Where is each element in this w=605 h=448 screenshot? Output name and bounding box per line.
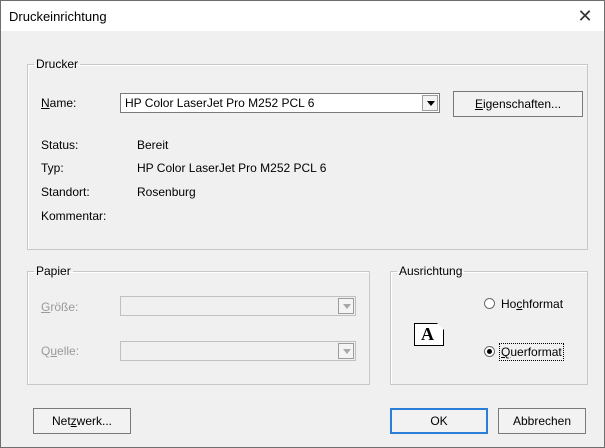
orientation-group-label: Ausrichtung [399,264,463,278]
title-bar: Druckeinrichtung ✕ [1,1,604,31]
printer-group-label: Drucker [36,57,79,71]
type-label: Typ: [41,161,64,175]
ok-button[interactable]: OK [390,408,488,434]
status-value: Bereit [137,138,169,152]
paper-group: Papier [27,264,370,385]
landscape-radio[interactable] [484,346,495,357]
type-value: HP Color LaserJet Pro M252 PCL 6 [137,161,327,175]
paper-source-label: Quelle: [41,344,80,358]
paper-size-select[interactable] [120,296,356,316]
printer-name-value: HP Color LaserJet Pro M252 PCL 6 [125,96,315,110]
status-label: Status: [41,138,79,152]
paper-source-select[interactable] [120,341,356,361]
print-setup-dialog: Druckeinrichtung ✕ Drucker Name: HP Colo… [0,0,605,448]
comment-label: Kommentar: [41,209,107,223]
close-icon[interactable]: ✕ [575,5,595,27]
chevron-down-icon[interactable] [338,298,354,314]
paper-group-label: Papier [36,264,71,278]
landscape-label[interactable]: Querformat [499,343,564,361]
location-label: Standort: [41,185,90,199]
location-value: Rosenburg [137,185,196,199]
printer-name-select[interactable]: HP Color LaserJet Pro M252 PCL 6 [120,93,440,113]
landscape-paper-icon: A [414,323,444,346]
properties-button[interactable]: Eigenschaften... [453,91,583,117]
paper-size-label: Größe: [41,300,79,314]
printer-name-label-rest: ame: [49,96,77,110]
portrait-label[interactable]: Hochformat [501,297,563,311]
page-fold-icon [437,323,444,330]
chevron-down-icon[interactable] [422,95,438,111]
printer-name-label: Name: [41,96,77,110]
network-button[interactable]: Netzwerk... [33,408,131,434]
chevron-down-icon[interactable] [338,343,354,359]
cancel-button[interactable]: Abbrechen [498,408,586,434]
printer-group: Drucker [27,57,588,250]
portrait-radio[interactable] [484,298,495,309]
dialog-title: Druckeinrichtung [9,9,107,24]
paper-icon-letter: A [421,324,434,344]
